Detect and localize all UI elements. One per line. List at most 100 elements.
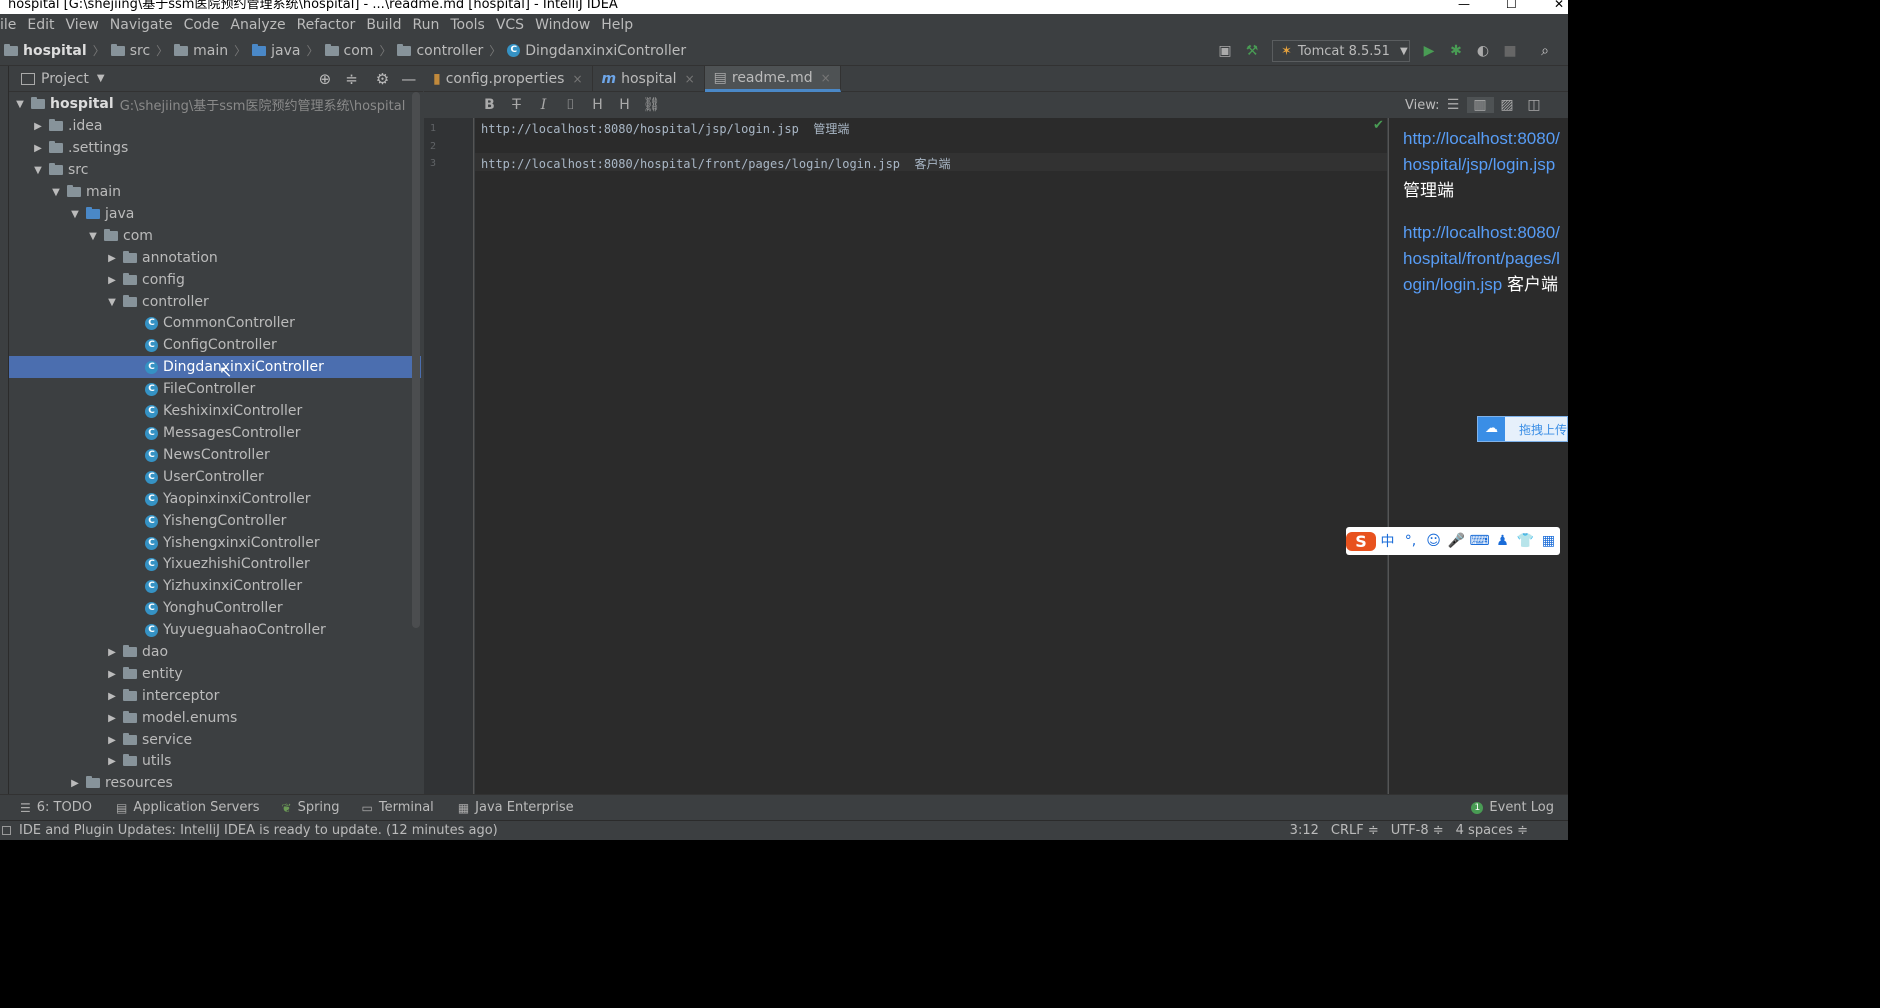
menu-window[interactable]: Window [529, 17, 595, 33]
tree-item-settings[interactable]: ▶ .settings [9, 137, 421, 159]
header-icon[interactable]: H [584, 97, 611, 113]
event-log-button[interactable]: 1 Event Log [1471, 800, 1554, 815]
maximize-button[interactable]: ☐ [1506, 0, 1517, 10]
collapse-all-icon[interactable]: ≑ [345, 70, 358, 88]
menu-refactor[interactable]: Refactor [291, 17, 361, 33]
preview-only-icon[interactable]: ▨ [1494, 97, 1521, 113]
tree-item-com[interactable]: ▼ com [9, 225, 421, 247]
breadcrumb-controller[interactable]: controller [416, 43, 483, 59]
debug-icon[interactable]: ✱ [1447, 42, 1465, 60]
java-enterprise-tool-button[interactable]: ▦ Java Enterprise [458, 800, 574, 815]
user-icon[interactable]: ♟ [1491, 533, 1514, 549]
tree-class-item[interactable]: C CommonController [9, 312, 421, 334]
code-line[interactable]: http://localhost:8080/hospital/front/pag… [481, 155, 950, 172]
keyboard-icon[interactable]: ⌨ [1468, 533, 1491, 549]
tree-class-item[interactable]: C YaopinxinxiController [9, 488, 421, 510]
tree-class-item[interactable]: C MessagesController [9, 422, 421, 444]
tree-class-item[interactable]: C YixuezhishiController [9, 553, 421, 575]
tab-hospital[interactable]: m hospital × [593, 66, 705, 92]
tree-class-item[interactable]: C YishengxinxiController [9, 532, 421, 554]
close-tab-icon[interactable]: × [821, 71, 831, 85]
menu-tools[interactable]: Tools [444, 17, 490, 33]
tree-item-java[interactable]: ▼ java [9, 203, 421, 225]
status-toggle-icon[interactable] [2, 826, 11, 835]
code-line[interactable]: http://localhost:8080/hospital/jsp/login… [481, 120, 849, 137]
tree-item-model-enums[interactable]: ▶ model.enums [9, 707, 421, 729]
layout-toggle-icon[interactable]: ◫ [1521, 97, 1548, 113]
tree-class-item[interactable]: C YonghuController [9, 597, 421, 619]
chevron-down-icon[interactable]: ▼ [97, 73, 105, 84]
menu-code[interactable]: Code [178, 17, 225, 33]
build-hammer-icon[interactable]: ⚒ [1243, 42, 1261, 60]
line-separator[interactable]: CRLF ≑ [1331, 823, 1379, 838]
menu-run[interactable]: Run [406, 17, 444, 33]
breadcrumb-java[interactable]: java [271, 43, 300, 59]
menu-analyze[interactable]: Analyze [224, 17, 290, 33]
tree-class-item[interactable]: C ConfigController [9, 334, 421, 356]
run-dashboard-icon[interactable]: ▣ [1216, 42, 1234, 60]
breadcrumb-class[interactable]: DingdanxinxiController [525, 43, 686, 59]
project-panel-title[interactable]: Project [41, 71, 89, 87]
italic-icon[interactable]: I [530, 97, 557, 113]
tree-class-item[interactable]: C YuyueguahaoController [9, 619, 421, 641]
tree-item-config[interactable]: ▶ config [9, 269, 421, 291]
editor-only-icon[interactable]: ☰ [1440, 97, 1467, 113]
tree-item-service[interactable]: ▶ service [9, 729, 421, 751]
breadcrumb-src[interactable]: src [130, 43, 150, 59]
status-message[interactable]: IDE and Plugin Updates: IntelliJ IDEA is… [19, 823, 498, 838]
tree-class-item[interactable]: C NewsController [9, 444, 421, 466]
tree-item-entity[interactable]: ▶ entity [9, 663, 421, 685]
code-icon[interactable]: ⌷ [557, 97, 584, 113]
close-tab-icon[interactable]: × [572, 72, 582, 86]
tree-item-utils[interactable]: ▶ utils [9, 750, 421, 772]
preview-link[interactable]: http://localhost:8080/hospital/jsp/login… [1403, 129, 1560, 174]
menu-build[interactable]: Build [360, 17, 406, 33]
app-servers-tool-button[interactable]: ▤ Application Servers [116, 800, 260, 815]
code-editor[interactable]: http://localhost:8080/hospital/jsp/login… [475, 118, 1387, 794]
tree-class-item[interactable]: C FileController [9, 378, 421, 400]
terminal-tool-button[interactable]: ▭ Terminal [362, 800, 434, 815]
tree-root[interactable]: ▼ hospital G:\shejiing\基于ssm医院预约管理系统\hos… [9, 93, 421, 115]
ime-lang-toggle[interactable]: 中 [1376, 531, 1399, 551]
locate-icon[interactable]: ⊕ [319, 70, 332, 88]
menu-help[interactable]: Help [595, 17, 638, 33]
tree-item-idea[interactable]: ▶ .idea [9, 115, 421, 137]
tree-class-item[interactable]: C YizhuxinxiController [9, 575, 421, 597]
coverage-icon[interactable]: ◐ [1474, 42, 1492, 60]
punctuation-icon[interactable]: °, [1399, 533, 1422, 549]
hide-panel-icon[interactable]: — [401, 70, 416, 88]
close-window-button[interactable]: ✕ [1554, 0, 1564, 10]
tab-config-properties[interactable]: ▮ config.properties × [424, 66, 593, 92]
link-icon[interactable]: ⛓ [638, 97, 665, 113]
gear-icon[interactable]: ⚙ [376, 70, 389, 88]
caret-position[interactable]: 3:12 [1290, 823, 1319, 838]
indent-setting[interactable]: 4 spaces ≑ [1456, 823, 1528, 838]
menu-edit[interactable]: Edit [21, 17, 59, 33]
breadcrumb-hospital[interactable]: hospital [23, 43, 87, 59]
bold-icon[interactable]: B [476, 97, 503, 113]
minimize-button[interactable]: — [1458, 0, 1470, 10]
menu-navigate[interactable]: Navigate [104, 17, 178, 33]
tree-scrollbar[interactable] [412, 92, 420, 628]
run-config-select[interactable]: ✶ Tomcat 8.5.51 ▼ [1272, 40, 1410, 62]
spring-tool-button[interactable]: ❦ Spring [282, 800, 340, 815]
tree-item-resources[interactable]: ▶ resources [9, 772, 421, 794]
close-tab-icon[interactable]: × [685, 72, 695, 86]
strikethrough-icon[interactable]: T [503, 97, 530, 113]
file-encoding[interactable]: UTF-8 ≑ [1391, 823, 1444, 838]
tree-class-item[interactable]: C YishengController [9, 510, 421, 532]
todo-tool-button[interactable]: ☰ 6: TODO [20, 800, 92, 815]
menu-file[interactable]: ile [0, 17, 21, 33]
grid-menu-icon[interactable]: ▦ [1537, 533, 1560, 549]
tree-item-interceptor[interactable]: ▶ interceptor [9, 685, 421, 707]
skin-icon[interactable]: 👕 [1514, 533, 1537, 549]
tree-item-controller[interactable]: ▼ controller [9, 291, 421, 313]
tree-item-src[interactable]: ▼ src [9, 159, 421, 181]
baidu-upload-widget[interactable]: ☁ 拖拽上传 [1477, 416, 1568, 442]
stop-icon[interactable]: ■ [1501, 42, 1519, 60]
tree-class-item-selected[interactable]: C DingdanxinxiController [9, 356, 421, 378]
breadcrumb-main[interactable]: main [193, 43, 228, 59]
microphone-icon[interactable]: 🎤 [1445, 533, 1468, 549]
emoji-icon[interactable]: ☺ [1422, 533, 1445, 549]
tree-item-main[interactable]: ▼ main [9, 181, 421, 203]
